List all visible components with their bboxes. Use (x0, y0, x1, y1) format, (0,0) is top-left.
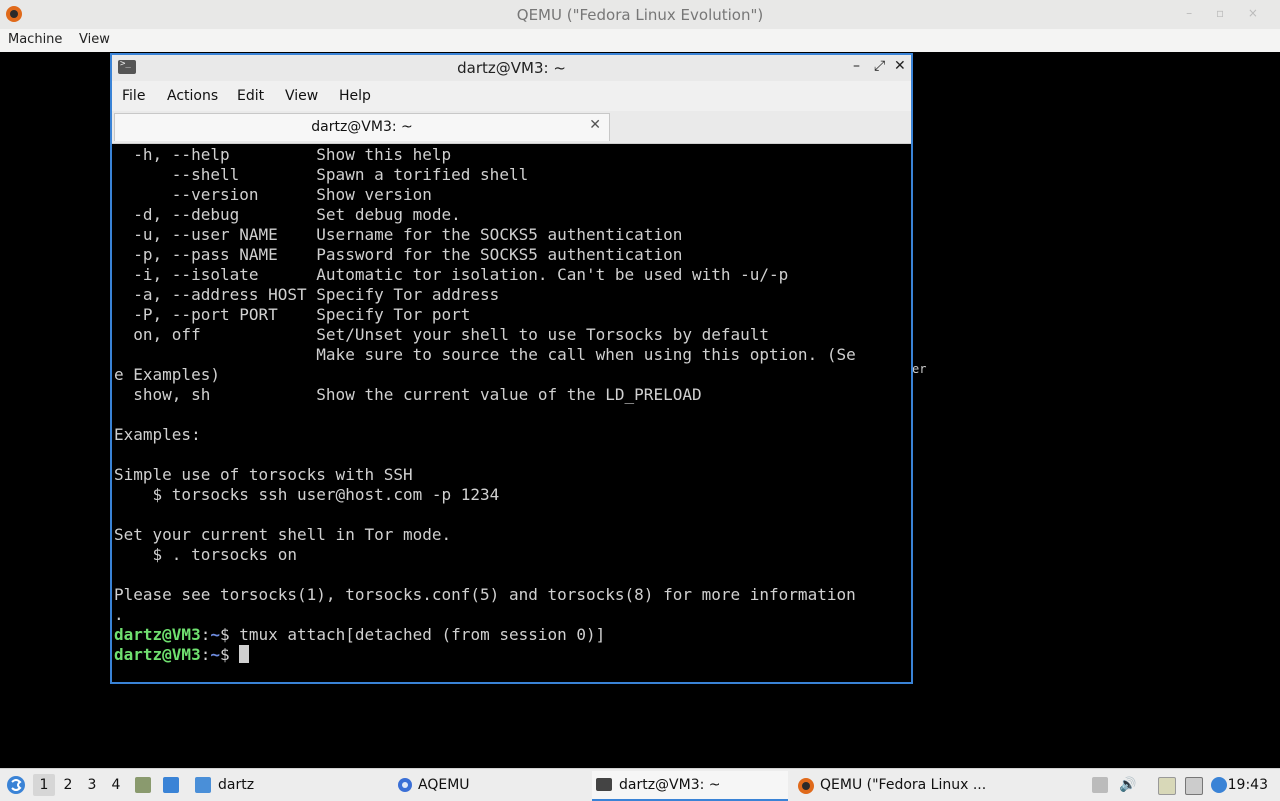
taskbar: 1 2 3 4 dartz AQEMU dartz@VM3: ~ QEMU ("… (0, 768, 1280, 801)
terminal-window-title: dartz@VM3: ~ (457, 59, 566, 77)
task-label: AQEMU (418, 777, 470, 793)
file-manager-icon[interactable] (135, 777, 151, 793)
prompt-user: dartz@VM3 (114, 645, 201, 664)
prompt-sep: : (200, 625, 211, 644)
terminal-task-icon (596, 778, 612, 791)
prompt-path: ~ (210, 625, 220, 644)
terminal-line: -i, --isolate Automatic tor isolation. C… (114, 265, 789, 284)
terminal-window: dartz@VM3: ~ – ⤢ ✕ File Actions Edit Vie… (110, 53, 913, 684)
task-aqemu[interactable]: AQEMU (395, 771, 585, 799)
clock[interactable]: 19:43 (1228, 769, 1268, 801)
terminal-line: Simple use of torsocks with SSH (114, 465, 413, 484)
qemu-titlebar: QEMU ("Fedora Linux Evolution") – ▫ × (0, 0, 1280, 30)
terminal-line: e Examples) (114, 365, 220, 384)
terminal-line: Please see torsocks(1), torsocks.conf(5)… (114, 585, 856, 604)
terminal-line: $ . torsocks on (114, 545, 298, 564)
folder-launcher-label[interactable]: dartz (218, 769, 254, 801)
task-label: dartz@VM3: ~ (619, 777, 721, 793)
show-desktop-icon[interactable] (163, 777, 179, 793)
background-window-text: er (912, 362, 927, 376)
prompt-line: dartz@VM3:~$ (114, 645, 250, 665)
clipboard-icon[interactable] (1158, 777, 1176, 795)
minimize-icon[interactable]: – (853, 58, 860, 74)
prompt-dollar: $ (219, 645, 240, 664)
tray-updates-icon[interactable] (1092, 777, 1108, 793)
notification-icon[interactable] (1211, 777, 1227, 793)
workspace-2[interactable]: 2 (57, 774, 79, 796)
qemu-window-title: QEMU ("Fedora Linux Evolution") (516, 6, 764, 24)
menu-file[interactable]: File (122, 88, 145, 104)
prompt-sep: : (200, 645, 211, 664)
terminal-line: -h, --help Show this help (114, 145, 452, 164)
prompt-user: dartz@VM3 (114, 625, 201, 644)
network-icon[interactable] (1185, 777, 1203, 795)
volume-icon[interactable]: 🔊 (1119, 777, 1136, 793)
menu-edit[interactable]: Edit (237, 88, 264, 104)
terminal-line: -P, --port PORT Specify Tor port (114, 305, 471, 324)
terminal-titlebar[interactable]: dartz@VM3: ~ – ⤢ ✕ (112, 55, 911, 81)
terminal-line: -a, --address HOST Specify Tor address (114, 285, 500, 304)
terminal-line: -u, --user NAME Username for the SOCKS5 … (114, 225, 683, 244)
terminal-tabbar: dartz@VM3: ~ ✕ (112, 111, 911, 144)
qemu-menubar: Machine View (0, 29, 1280, 52)
tab-terminal[interactable]: dartz@VM3: ~ ✕ (114, 113, 610, 141)
tab-close-icon[interactable]: ✕ (589, 117, 601, 133)
terminal-line: $ torsocks ssh user@host.com -p 1234 (114, 485, 500, 504)
task-terminal[interactable]: dartz@VM3: ~ (592, 771, 788, 801)
terminal-line: . (114, 605, 124, 624)
workspace-3[interactable]: 3 (81, 774, 103, 796)
start-menu-icon[interactable] (6, 775, 26, 795)
terminal-line: Examples: (114, 425, 201, 444)
prompt-dollar: $ (219, 625, 240, 644)
terminal-line: Make sure to source the call when using … (114, 345, 856, 364)
command-text: tmux attach[detached (from session 0)] (239, 625, 606, 644)
tab-label: dartz@VM3: ~ (311, 119, 413, 135)
qemu-menu-machine[interactable]: Machine (8, 32, 62, 47)
qemu-window-controls[interactable]: – ▫ × (1186, 6, 1268, 20)
maximize-icon[interactable]: ⤢ (874, 58, 885, 74)
prompt-line: dartz@VM3:~$ tmux attach[detached (from … (114, 625, 605, 645)
terminal-line: --version Show version (114, 185, 432, 204)
prompt-path: ~ (210, 645, 220, 664)
terminal-line: -p, --pass NAME Password for the SOCKS5 … (114, 245, 683, 264)
menu-actions[interactable]: Actions (167, 88, 218, 104)
terminal-line: --shell Spawn a torified shell (114, 165, 529, 184)
close-icon[interactable]: ✕ (894, 58, 906, 74)
workspace-4[interactable]: 4 (105, 774, 127, 796)
qemu-task-icon (798, 778, 814, 794)
task-label: QEMU ("Fedora Linux ... (820, 777, 987, 793)
terminal-line: on, off Set/Unset your shell to use Tors… (114, 325, 770, 344)
qemu-menu-view[interactable]: View (79, 32, 110, 47)
menu-help[interactable]: Help (339, 88, 371, 104)
text-cursor (239, 645, 250, 663)
aqemu-icon (398, 778, 412, 792)
terminal-line: -d, --debug Set debug mode. (114, 205, 461, 224)
workspace-1[interactable]: 1 (33, 774, 55, 796)
terminal-menubar: File Actions Edit View Help (112, 81, 911, 111)
terminal-line: show, sh Show the current value of the L… (114, 385, 702, 404)
menu-view[interactable]: View (285, 88, 318, 104)
terminal-line: Set your current shell in Tor mode. (114, 525, 452, 544)
task-qemu[interactable]: QEMU ("Fedora Linux ... (795, 771, 995, 799)
terminal-output[interactable]: -h, --help Show this help --shell Spawn … (114, 145, 909, 682)
folder-icon[interactable] (195, 777, 211, 793)
